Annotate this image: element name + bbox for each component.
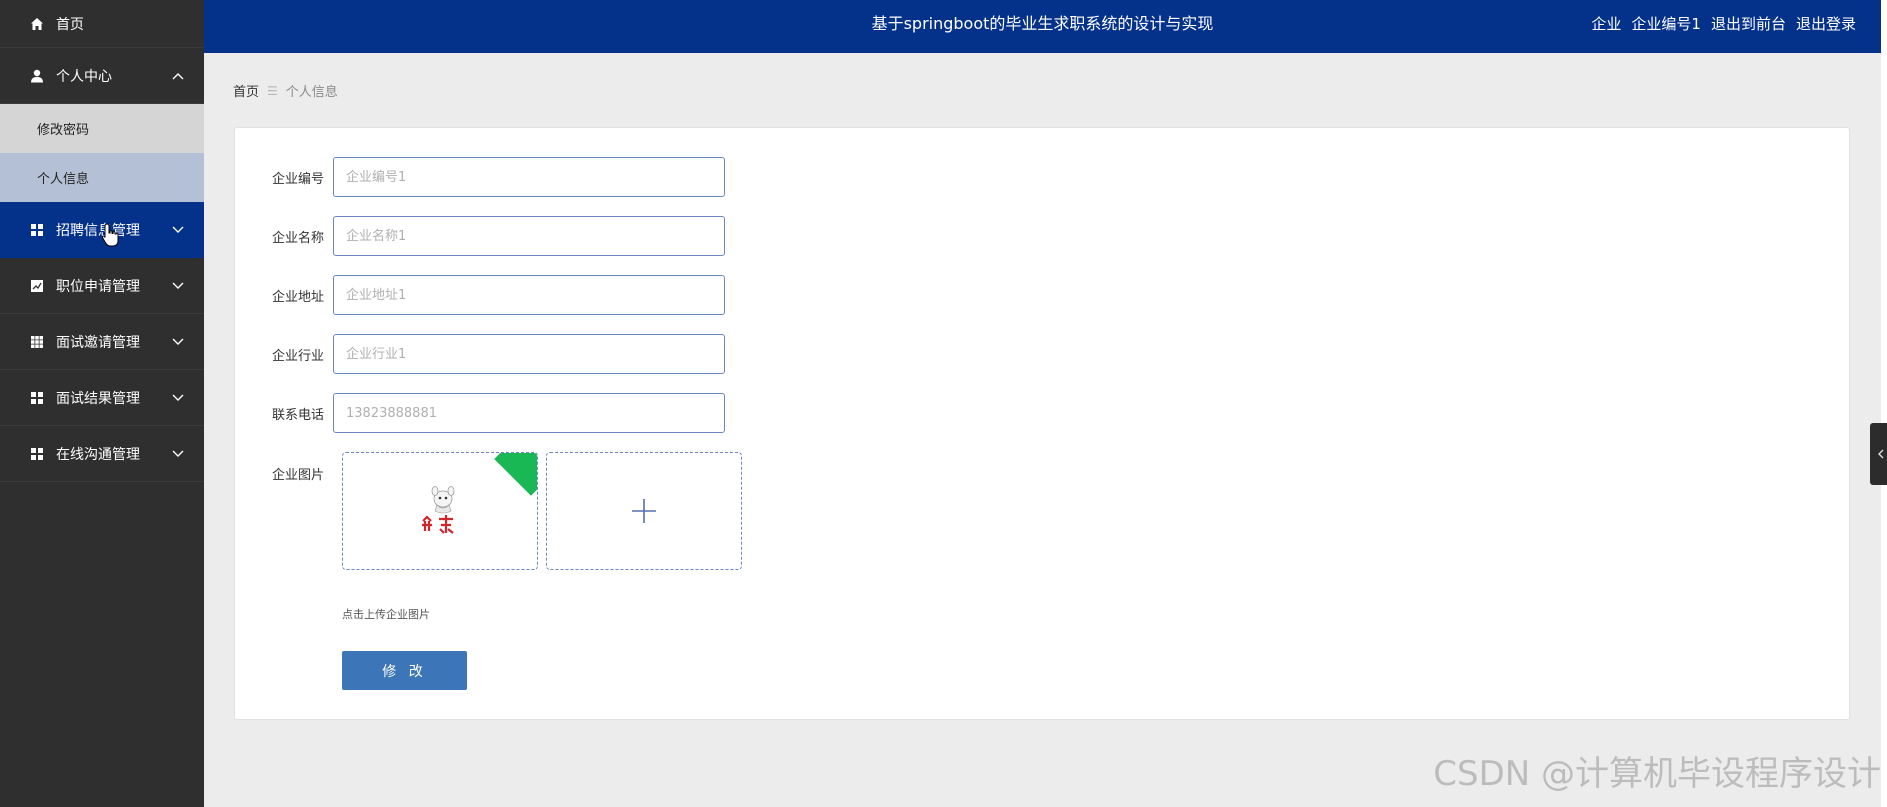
upload-success-corner bbox=[494, 453, 537, 496]
sidebar-subitem-label: 修改密码 bbox=[37, 123, 90, 138]
company-industry-label: 企业行业 bbox=[271, 348, 324, 364]
chevron-down-icon bbox=[172, 226, 184, 233]
go-front-link[interactable]: 退出到前台 bbox=[1711, 0, 1786, 48]
sidebar-item-label: 在线沟通管理 bbox=[56, 446, 140, 463]
watermark: CSDN @计算机毕设程序设计 bbox=[1433, 754, 1881, 794]
chevron-down-icon bbox=[172, 282, 184, 289]
form-row-company-address: 企业地址 bbox=[235, 275, 725, 315]
sidebar: 首页 个人中心 修改密码 个人信息 招聘信息管理 职位申请管理 面试邀请管理 面… bbox=[0, 0, 204, 807]
sidebar-item-label: 面试结果管理 bbox=[56, 390, 140, 407]
company-image-label: 企业图片 bbox=[271, 468, 324, 483]
upload-hint: 点击上传企业图片 bbox=[342, 608, 430, 621]
sidebar-item-online-chat[interactable]: 在线沟通管理 bbox=[0, 426, 204, 482]
sidebar-item-interview-result[interactable]: 面试结果管理 bbox=[0, 370, 204, 426]
sidebar-item-personal-center[interactable]: 个人中心 bbox=[0, 48, 204, 104]
home-icon bbox=[29, 16, 45, 32]
company-name-input[interactable] bbox=[333, 216, 725, 256]
sidebar-subitem-personal-info[interactable]: 个人信息 bbox=[0, 153, 204, 202]
sidebar-subitem-label: 个人信息 bbox=[37, 172, 90, 187]
company-address-input[interactable] bbox=[333, 275, 725, 315]
mouse-cursor-icon bbox=[101, 223, 119, 247]
user-menu: 企业 企业编号1 退出到前台 退出登录 bbox=[1591, 0, 1856, 48]
grid-icon bbox=[29, 390, 45, 406]
grid-icon bbox=[29, 446, 45, 462]
company-address-label: 企业地址 bbox=[271, 289, 324, 305]
breadcrumb: 首页 ☰ 个人信息 bbox=[233, 81, 338, 101]
company-industry-input[interactable] bbox=[333, 334, 725, 374]
chevron-down-icon bbox=[172, 338, 184, 345]
company-id-label: 企业编号 bbox=[271, 171, 324, 187]
user-role: 企业 bbox=[1591, 15, 1622, 33]
chevron-left-icon bbox=[1878, 449, 1884, 459]
sidebar-item-label: 个人中心 bbox=[56, 68, 112, 85]
top-bar: 基于springboot的毕业生求职系统的设计与实现 企业 企业编号1 退出到前… bbox=[204, 0, 1881, 53]
phone-input[interactable] bbox=[333, 393, 725, 433]
sidebar-item-interview-invite[interactable]: 面试邀请管理 bbox=[0, 314, 204, 370]
sidebar-item-home[interactable]: 首页 bbox=[0, 0, 204, 48]
company-id-input[interactable] bbox=[333, 157, 725, 197]
sidebar-item-label: 首页 bbox=[56, 16, 84, 33]
form-row-phone: 联系电话 bbox=[235, 393, 725, 433]
form-row-company-name: 企业名称 bbox=[235, 216, 725, 256]
chevron-down-icon bbox=[172, 394, 184, 401]
side-panel-handle[interactable] bbox=[1870, 423, 1887, 485]
company-name-label: 企业名称 bbox=[271, 230, 324, 246]
upload-add-button[interactable] bbox=[546, 452, 742, 570]
user-icon bbox=[29, 68, 45, 84]
grid-icon bbox=[29, 222, 45, 238]
chevron-down-icon bbox=[172, 450, 184, 457]
form-row-company-industry: 企业行业 bbox=[235, 334, 725, 374]
update-button[interactable]: 修 改 bbox=[342, 651, 467, 690]
breadcrumb-home[interactable]: 首页 bbox=[233, 81, 259, 100]
profile-form-card: 企业编号 企业名称 企业地址 企业行业 联系电话 企业图片 bbox=[234, 127, 1850, 720]
sidebar-item-label: 招聘信息管理 bbox=[56, 223, 140, 239]
sidebar-item-job-application[interactable]: 职位申请管理 bbox=[0, 258, 204, 314]
phone-label: 联系电话 bbox=[271, 407, 324, 423]
breadcrumb-separator-icon: ☰ bbox=[267, 83, 278, 98]
form-row-company-id: 企业编号 bbox=[235, 157, 725, 197]
sidebar-subitem-change-password[interactable]: 修改密码 bbox=[0, 104, 204, 153]
sidebar-item-label: 面试邀请管理 bbox=[56, 334, 140, 351]
uploaded-image-thumbnail[interactable] bbox=[342, 452, 538, 570]
sidebar-item-label: 职位申请管理 bbox=[56, 278, 140, 295]
logout-link[interactable]: 退出登录 bbox=[1796, 0, 1856, 48]
user-name: 企业编号1 bbox=[1631, 15, 1701, 33]
chart-icon bbox=[29, 278, 45, 294]
plus-icon bbox=[632, 499, 656, 523]
jd-logo-image bbox=[422, 486, 455, 534]
right-edge-strip bbox=[1881, 0, 1887, 807]
chevron-up-icon bbox=[172, 72, 184, 79]
table-icon bbox=[29, 334, 45, 350]
breadcrumb-current: 个人信息 bbox=[285, 85, 338, 100]
